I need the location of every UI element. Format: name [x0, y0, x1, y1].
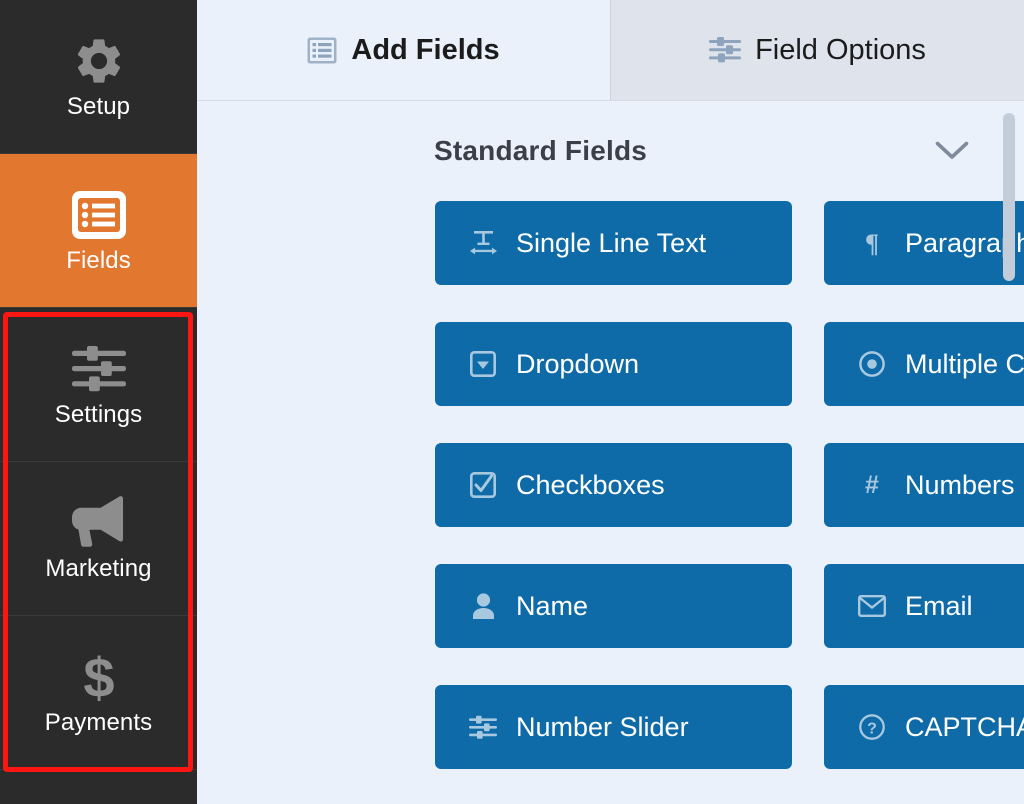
chevron-down-icon[interactable]: [935, 140, 969, 162]
sidebar-item-payments[interactable]: $ Payments: [0, 616, 197, 770]
field-button-single-line-text[interactable]: Single Line Text: [435, 201, 792, 285]
tab-label: Add Fields: [351, 34, 499, 67]
list-form-icon: [307, 37, 337, 64]
sidebar-item-label: Marketing: [45, 555, 151, 583]
field-button-label: Single Line Text: [516, 228, 706, 259]
sidebar-item-settings[interactable]: Settings: [0, 308, 197, 462]
field-button-captcha[interactable]: ? CAPTCHA: [824, 685, 1024, 769]
envelope-icon: [857, 595, 887, 617]
fields-content: Standard Fields: [197, 101, 1024, 804]
field-button-label: Number Slider: [516, 712, 689, 743]
sliders-icon: [709, 36, 741, 64]
field-button-email[interactable]: Email: [824, 564, 1024, 648]
scrollbar[interactable]: [1002, 101, 1016, 804]
sidebar-item-setup[interactable]: Setup: [0, 0, 197, 154]
sidebar-item-label: Fields: [66, 247, 131, 275]
sidebar-item-label: Setup: [67, 93, 130, 121]
sidebar-item-fields[interactable]: Fields: [0, 154, 197, 308]
svg-text:#: #: [865, 472, 879, 498]
dot-circle-icon: [857, 351, 887, 377]
gear-icon: [72, 33, 126, 89]
field-button-numbers[interactable]: # Numbers: [824, 443, 1024, 527]
section-title: Standard Fields: [434, 135, 647, 167]
check-square-icon: [468, 472, 498, 498]
sidebar-item-marketing[interactable]: Marketing: [0, 462, 197, 616]
field-button-checkboxes[interactable]: Checkboxes: [435, 443, 792, 527]
field-button-label: Checkboxes: [516, 470, 665, 501]
tab-field-options[interactable]: Field Options: [610, 0, 1024, 100]
tab-add-fields[interactable]: Add Fields: [197, 0, 610, 100]
caret-square-down-icon: [468, 351, 498, 377]
list-form-icon: [71, 187, 127, 243]
field-button-grid: Single Line Text ¶ Paragraph Text: [197, 201, 1024, 769]
scrollbar-thumb[interactable]: [1003, 113, 1015, 281]
field-button-dropdown[interactable]: Dropdown: [435, 322, 792, 406]
field-button-name[interactable]: Name: [435, 564, 792, 648]
field-button-label: Dropdown: [516, 349, 639, 380]
dollar-sign-icon: $: [82, 649, 116, 705]
tab-bar: Add Fields Field Options: [197, 0, 1024, 101]
form-builder-app: Setup Fields: [0, 0, 1024, 804]
field-button-label: Email: [905, 591, 973, 622]
question-circle-icon: ?: [857, 714, 887, 740]
svg-text:?: ?: [867, 721, 877, 738]
user-icon: [468, 593, 498, 619]
sidebar: Setup Fields: [0, 0, 197, 804]
field-button-label: Numbers: [905, 470, 1015, 501]
main-panel: Add Fields Field Options S: [197, 0, 1024, 804]
svg-text:$: $: [83, 649, 114, 705]
field-button-multiple-choice[interactable]: Multiple Choice: [824, 322, 1024, 406]
bullhorn-icon: [70, 495, 128, 551]
field-button-label: Name: [516, 591, 588, 622]
svg-text:¶: ¶: [865, 230, 879, 256]
field-button-number-slider[interactable]: Number Slider: [435, 685, 792, 769]
pilcrow-icon: ¶: [857, 230, 887, 256]
sliders-icon: [468, 715, 498, 740]
field-button-paragraph-text[interactable]: ¶ Paragraph Text: [824, 201, 1024, 285]
hashtag-icon: #: [857, 472, 887, 498]
text-width-icon: [468, 230, 498, 256]
sliders-icon: [72, 341, 126, 397]
standard-fields-header[interactable]: Standard Fields: [197, 101, 1024, 201]
sidebar-item-label: Settings: [55, 401, 143, 429]
tab-label: Field Options: [755, 34, 926, 67]
sidebar-item-label: Payments: [45, 709, 153, 737]
